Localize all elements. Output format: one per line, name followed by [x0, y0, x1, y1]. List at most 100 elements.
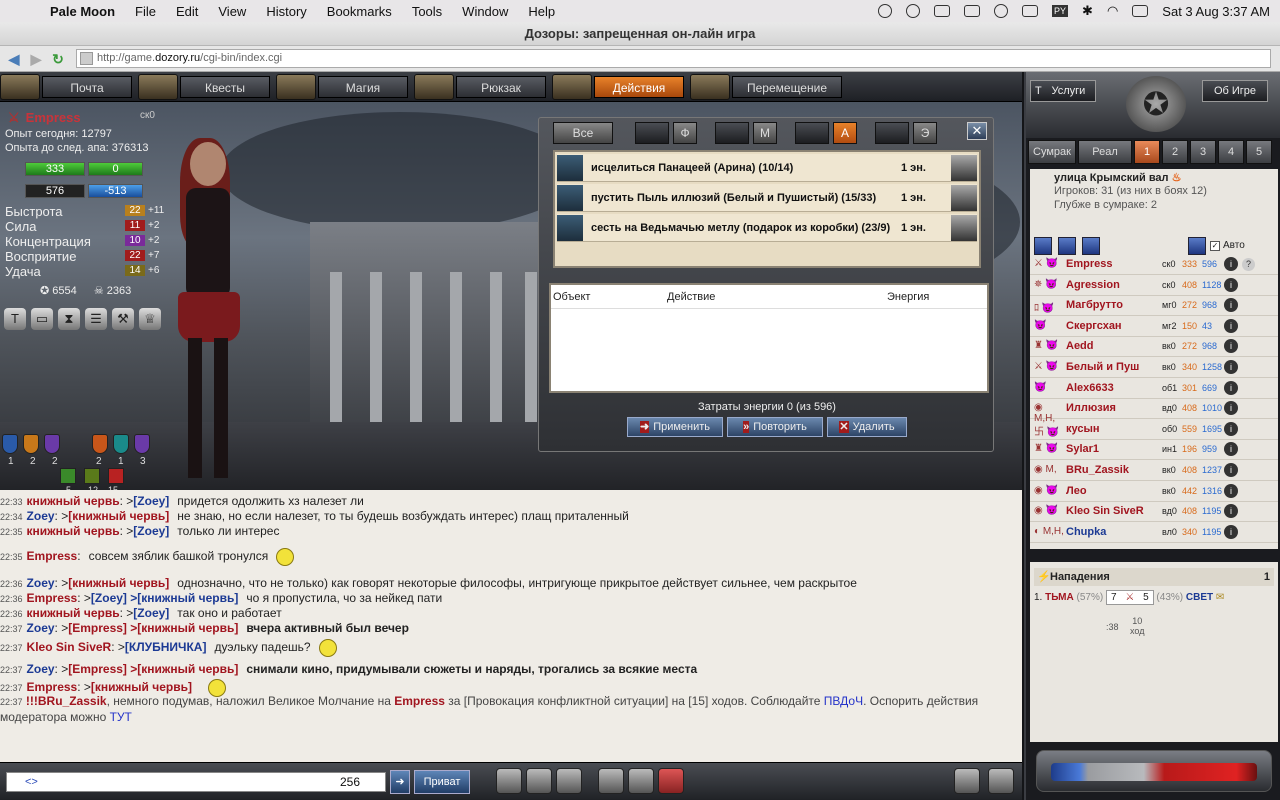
auto-checkbox[interactable]: ✓: [1210, 240, 1220, 251]
creative-cloud-icon[interactable]: [906, 4, 921, 18]
nav-quests[interactable]: Квесты: [138, 73, 270, 100]
menu-file[interactable]: File: [125, 4, 166, 19]
player-row[interactable]: ◉ М, BRu_Zassik вк0 408 1237 i: [1030, 461, 1278, 481]
chat-recipient[interactable]: [КЛУБНИЧКА]: [125, 640, 207, 654]
player-row[interactable]: ♜ 😈 Aedd вк0 272 968 i: [1030, 337, 1278, 358]
player-row[interactable]: ⚔ 😈 Empress ск0 333 596 i?: [1030, 255, 1278, 275]
action-row[interactable]: сесть на Ведьмачью метлу (подарок из кор…: [557, 214, 977, 242]
shield-red-icon[interactable]: [92, 434, 108, 454]
runner-icon[interactable]: [954, 768, 980, 794]
services-button[interactable]: T Услуги: [1030, 80, 1096, 102]
info-icon[interactable]: i: [1224, 277, 1238, 292]
chat-input[interactable]: <>: [6, 772, 386, 792]
sort-alpha-icon[interactable]: [1034, 237, 1052, 255]
menubar-clock[interactable]: Sat 3 Aug 3:37 AM: [1162, 4, 1270, 19]
info-icon[interactable]: i: [1224, 504, 1238, 519]
tab-physical[interactable]: Ф: [673, 122, 697, 144]
player-name[interactable]: ⚔ Empress: [8, 110, 81, 126]
player-nick[interactable]: Магбрутто: [1066, 299, 1162, 311]
nav-backpack[interactable]: Рюкзак: [414, 73, 546, 100]
help-icon[interactable]: ?: [1242, 258, 1255, 271]
auto-refresh-toggle[interactable]: ✓ Авто: [1210, 240, 1245, 251]
attack-icon[interactable]: [628, 768, 654, 794]
chat-author[interactable]: Zoey: [27, 662, 55, 676]
tab-elixir[interactable]: Э: [913, 122, 937, 144]
info-icon[interactable]: i: [1224, 318, 1238, 333]
rules-link[interactable]: ПВДоЧ: [824, 694, 863, 708]
action-row[interactable]: пустить Пыль иллюзий (Белый и Пушистый) …: [557, 184, 977, 212]
menu-window[interactable]: Window: [452, 4, 518, 19]
input-language[interactable]: PY: [1052, 5, 1069, 17]
chat-author[interactable]: книжный червь: [27, 494, 120, 508]
shield-violet-icon[interactable]: [134, 434, 150, 454]
magic-burst-tab-icon[interactable]: [715, 122, 749, 144]
chat-recipient[interactable]: [Empress] >[книжный червь]: [68, 662, 238, 676]
chat-author[interactable]: Empress: [27, 549, 78, 563]
chat-recipient[interactable]: [Empress] >[книжный червь]: [68, 621, 238, 635]
blade-icon[interactable]: [1082, 237, 1100, 255]
tab-level-1[interactable]: 1: [1134, 140, 1160, 164]
moon-icon[interactable]: [1058, 237, 1076, 255]
screen-record-icon[interactable]: [964, 5, 981, 17]
menu-edit[interactable]: Edit: [166, 4, 208, 19]
info-icon[interactable]: i: [1224, 524, 1238, 539]
about-game-button[interactable]: Об Игре: [1202, 80, 1268, 102]
buff-green-icon[interactable]: [60, 468, 76, 484]
volume-icon[interactable]: [934, 5, 951, 17]
refresh-icon[interactable]: [988, 768, 1014, 794]
chat-recipient[interactable]: [Zoey] >[книжный червь]: [91, 591, 238, 605]
hourglass-icon[interactable]: ⧗: [58, 308, 80, 330]
info-icon[interactable]: i: [1224, 463, 1238, 477]
notes-icon[interactable]: [556, 768, 582, 794]
player-row[interactable]: 卐 😈 кусын об0 559 1695 i: [1030, 420, 1278, 440]
reload-icon[interactable]: ↻: [50, 51, 66, 67]
walk-icon[interactable]: [598, 768, 624, 794]
player-nick[interactable]: Белый и Пуш: [1066, 361, 1162, 373]
clan-t-icon[interactable]: T: [4, 308, 26, 330]
menu-bookmarks[interactable]: Bookmarks: [317, 4, 402, 19]
physical-fist-icon[interactable]: [635, 122, 669, 144]
clock-icon[interactable]: [526, 768, 552, 794]
buff-arrows-icon[interactable]: [84, 468, 100, 484]
forward-icon[interactable]: ▶: [28, 51, 44, 67]
shield-orange-icon[interactable]: [23, 434, 39, 454]
delete-button[interactable]: ✕ Удалить: [827, 417, 907, 437]
chat-recipient[interactable]: [Zoey]: [133, 606, 169, 620]
info-icon[interactable]: i: [1224, 442, 1238, 457]
player-nick[interactable]: Agression: [1066, 279, 1162, 291]
close-icon[interactable]: ✕: [967, 122, 987, 140]
tab-level-4[interactable]: 4: [1218, 140, 1244, 164]
play-icon[interactable]: [994, 4, 1009, 18]
appeal-link[interactable]: ТУТ: [110, 710, 132, 724]
action-row[interactable]: исцелиться Панацеей (Арина) (10/14) 1 эн.: [557, 154, 977, 182]
player-row[interactable]: ◉ М,Н, Иллюзия вд0 408 1010 i: [1030, 399, 1278, 424]
chat-author[interactable]: Empress: [27, 591, 78, 605]
chat-author[interactable]: книжный червь: [27, 524, 120, 538]
menu-view[interactable]: View: [208, 4, 256, 19]
nav-actions[interactable]: Действия: [552, 73, 684, 100]
tab-level-5[interactable]: 5: [1246, 140, 1272, 164]
info-icon[interactable]: i: [1224, 421, 1238, 436]
trophy-icon[interactable]: ♕: [139, 308, 161, 330]
player-row[interactable]: ♜ 😈 Sylar1 ин1 196 959 i: [1030, 440, 1278, 461]
pentagram-icon[interactable]: ✪: [1126, 76, 1186, 132]
tab-magic[interactable]: М: [753, 122, 777, 144]
menu-history[interactable]: History: [256, 4, 316, 19]
tab-real[interactable]: Реал: [1078, 140, 1132, 164]
attack-row[interactable]: 1. ТЬМА (57%) 7 ⚔ 5 (43%) СВЕТ ✉: [1034, 590, 1274, 605]
control-center-icon[interactable]: [1132, 5, 1149, 17]
info-icon[interactable]: i: [1224, 360, 1238, 374]
player-row[interactable]: ✵ 😈 Agression ск0 408 1128 i: [1030, 276, 1278, 296]
player-nick[interactable]: BRu_Zassik: [1066, 464, 1162, 476]
player-nick[interactable]: Иллюзия: [1066, 402, 1162, 414]
orb-icon[interactable]: [875, 122, 909, 144]
player-nick[interactable]: Empress: [1066, 258, 1162, 270]
apply-button[interactable]: ➜ Применить: [627, 417, 723, 437]
cloud-sync-icon[interactable]: [878, 4, 893, 18]
info-icon[interactable]: i: [1224, 257, 1238, 271]
buff-red-icon[interactable]: [108, 468, 124, 484]
smiley-icon[interactable]: [496, 768, 522, 794]
chat-author[interactable]: Zoey: [27, 509, 55, 523]
nav-mail[interactable]: Почта: [0, 73, 132, 100]
menu-help[interactable]: Help: [518, 4, 565, 19]
